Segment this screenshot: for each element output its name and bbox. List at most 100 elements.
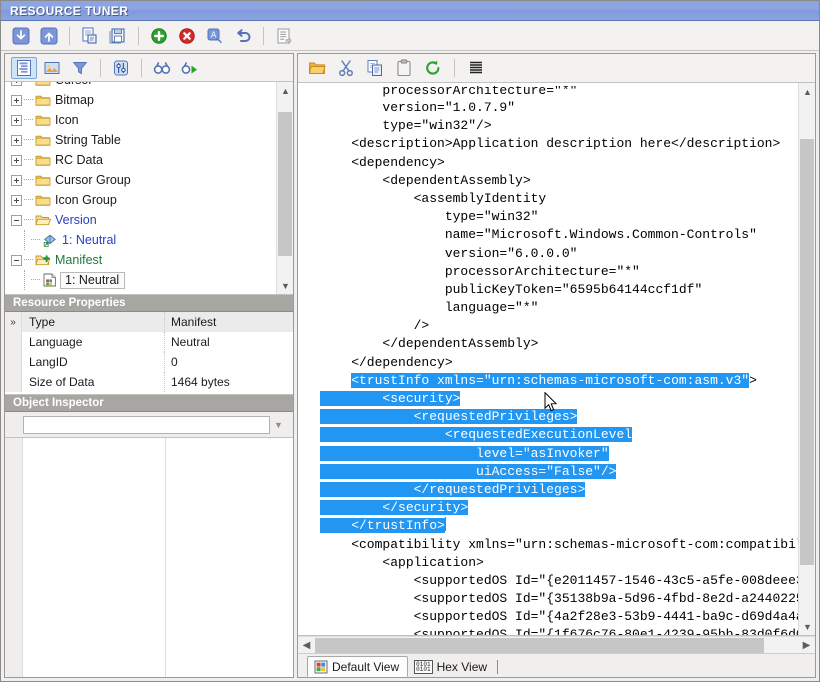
editor-line[interactable]: <dependency>	[300, 154, 798, 172]
scroll-down-arrow-icon[interactable]: ▼	[799, 618, 815, 635]
add-resource-button[interactable]	[146, 24, 172, 48]
editor-line[interactable]: </requestedPrivileges>	[300, 481, 798, 499]
editor-line[interactable]: language="*"	[300, 299, 798, 317]
image-view-button[interactable]	[39, 57, 65, 79]
refresh-button[interactable]	[420, 56, 446, 80]
tab-hex-view[interactable]: 01010101Hex View	[408, 656, 495, 677]
xml-editor[interactable]: processorArchitecture="*" version="1.0.7…	[298, 83, 798, 635]
editor-line[interactable]: </dependentAssembly>	[300, 335, 798, 353]
editor-line[interactable]: type="win32"	[300, 208, 798, 226]
tree-item[interactable]: 1: Neutral	[5, 270, 276, 290]
editor-scroll-thumb[interactable]	[800, 139, 814, 565]
editor-line[interactable]: </dependency>	[300, 354, 798, 372]
tree-item[interactable]: String Table	[5, 130, 276, 150]
tree-item[interactable]: Version	[5, 210, 276, 230]
editor-line[interactable]: <requestedPrivileges>	[300, 408, 798, 426]
tree-item[interactable]: Bitmap	[5, 90, 276, 110]
copy-button[interactable]	[362, 56, 388, 80]
cut-button[interactable]	[333, 56, 359, 80]
object-inspector-grid[interactable]	[5, 438, 293, 677]
tree-item[interactable]: Cursor Group	[5, 170, 276, 190]
copy-resource-button[interactable]	[77, 24, 103, 48]
settings-button[interactable]	[108, 57, 134, 79]
collapse-icon[interactable]	[11, 255, 22, 266]
hscroll-track[interactable]	[315, 638, 798, 653]
scroll-up-arrow-icon[interactable]: ▲	[799, 83, 815, 100]
editor-line[interactable]: <requestedExecutionLevel	[300, 426, 798, 444]
property-row[interactable]: Size of Data1464 bytes	[5, 372, 293, 392]
save-file-button[interactable]	[36, 24, 62, 48]
change-language-button[interactable]: A	[202, 24, 228, 48]
editor-line[interactable]: <description>Application description her…	[300, 135, 798, 153]
editor-line[interactable]: <dependentAssembly>	[300, 172, 798, 190]
expand-icon[interactable]	[11, 155, 22, 166]
paste-button[interactable]	[391, 56, 417, 80]
editor-line[interactable]: <supportedOS Id="{1f676c76-80e1-4239-95b…	[300, 626, 798, 635]
tree-item[interactable]: Icon	[5, 110, 276, 130]
expand-icon[interactable]	[11, 82, 22, 86]
find-next-button[interactable]	[177, 57, 203, 79]
editor-line[interactable]: version="6.0.0.0"	[300, 245, 798, 263]
editor-vertical-scrollbar[interactable]: ▲ ▼	[798, 83, 815, 635]
tab-default-view[interactable]: Default View	[307, 656, 408, 677]
tree-item[interactable]: 1: Neutral	[5, 230, 276, 250]
expand-icon[interactable]	[11, 95, 22, 106]
resource-tree-view-button[interactable]	[11, 57, 37, 79]
scroll-down-arrow-icon[interactable]: ▼	[277, 277, 293, 294]
editor-line[interactable]: <application>	[300, 554, 798, 572]
scroll-right-arrow-icon[interactable]: ▶	[798, 637, 815, 654]
editor-line[interactable]: publicKeyToken="6595b64144ccf1df"	[300, 281, 798, 299]
tree-vertical-scrollbar[interactable]: ▲ ▼	[276, 82, 293, 294]
editor-line[interactable]: <trustInfo xmlns="urn:schemas-microsoft-…	[300, 372, 798, 390]
editor-line[interactable]: <supportedOS Id="{4a2f28e3-53b9-4441-ba9…	[300, 608, 798, 626]
open-file-button[interactable]	[8, 24, 34, 48]
format-lines-button[interactable]	[463, 56, 489, 80]
editor-line[interactable]: version="1.0.7.9"	[300, 99, 798, 117]
property-value[interactable]: Neutral	[165, 332, 293, 352]
tree-item[interactable]: Manifest	[5, 250, 276, 270]
scroll-left-arrow-icon[interactable]: ◀	[298, 637, 315, 654]
resource-tree[interactable]: CursorBitmapIconString TableRC DataCurso…	[5, 82, 276, 290]
editor-line[interactable]: </security>	[300, 499, 798, 517]
editor-line[interactable]: uiAccess="False"/>	[300, 463, 798, 481]
scroll-up-arrow-icon[interactable]: ▲	[277, 82, 293, 99]
property-row[interactable]: »TypeManifest	[5, 312, 293, 332]
editor-line[interactable]: name="Microsoft.Windows.Common-Controls"	[300, 226, 798, 244]
editor-line[interactable]: <supportedOS Id="{35138b9a-5d96-4fbd-8e2…	[300, 590, 798, 608]
expand-icon[interactable]	[11, 135, 22, 146]
delete-resource-button[interactable]	[174, 24, 200, 48]
editor-line[interactable]: </trustInfo>	[300, 517, 798, 535]
expand-icon[interactable]	[11, 175, 22, 186]
tree-item[interactable]: RC Data	[5, 150, 276, 170]
filter-button[interactable]	[67, 57, 93, 79]
editor-line[interactable]: level="asInvoker"	[300, 445, 798, 463]
editor-line[interactable]: <compatibility xmlns="urn:schemas-micros…	[300, 536, 798, 554]
object-inspector-combo[interactable]	[23, 416, 270, 434]
open-icon-button[interactable]	[304, 56, 330, 80]
find-button[interactable]	[149, 57, 175, 79]
property-row[interactable]: LangID0	[5, 352, 293, 372]
save-resource-button[interactable]	[105, 24, 131, 48]
tree-scroll-thumb[interactable]	[278, 112, 292, 256]
expand-icon[interactable]	[11, 195, 22, 206]
hscroll-thumb[interactable]	[315, 638, 764, 653]
editor-line[interactable]: />	[300, 317, 798, 335]
collapse-icon[interactable]	[11, 215, 22, 226]
editor-line[interactable]: <supportedOS Id="{e2011457-1546-43c5-a5f…	[300, 572, 798, 590]
property-value[interactable]: 0	[165, 352, 293, 372]
property-value[interactable]: Manifest	[165, 312, 293, 332]
editor-horizontal-scrollbar[interactable]: ◀ ▶	[298, 636, 815, 653]
tree-item[interactable]: Cursor	[5, 82, 276, 90]
editor-line[interactable]: <security>	[300, 390, 798, 408]
editor-line[interactable]: type="win32"/>	[300, 117, 798, 135]
export-list-button[interactable]	[271, 24, 297, 48]
chevron-down-icon[interactable]: ▼	[270, 416, 287, 434]
editor-line[interactable]: processorArchitecture="*"	[300, 263, 798, 281]
expand-icon[interactable]	[11, 115, 22, 126]
undo-button[interactable]	[230, 24, 256, 48]
tree-item[interactable]: Icon Group	[5, 190, 276, 210]
editor-line[interactable]: processorArchitecture="*"	[300, 86, 798, 99]
editor-line[interactable]: <assemblyIdentity	[300, 190, 798, 208]
property-row[interactable]: LanguageNeutral	[5, 332, 293, 352]
property-value[interactable]: 1464 bytes	[165, 372, 293, 392]
